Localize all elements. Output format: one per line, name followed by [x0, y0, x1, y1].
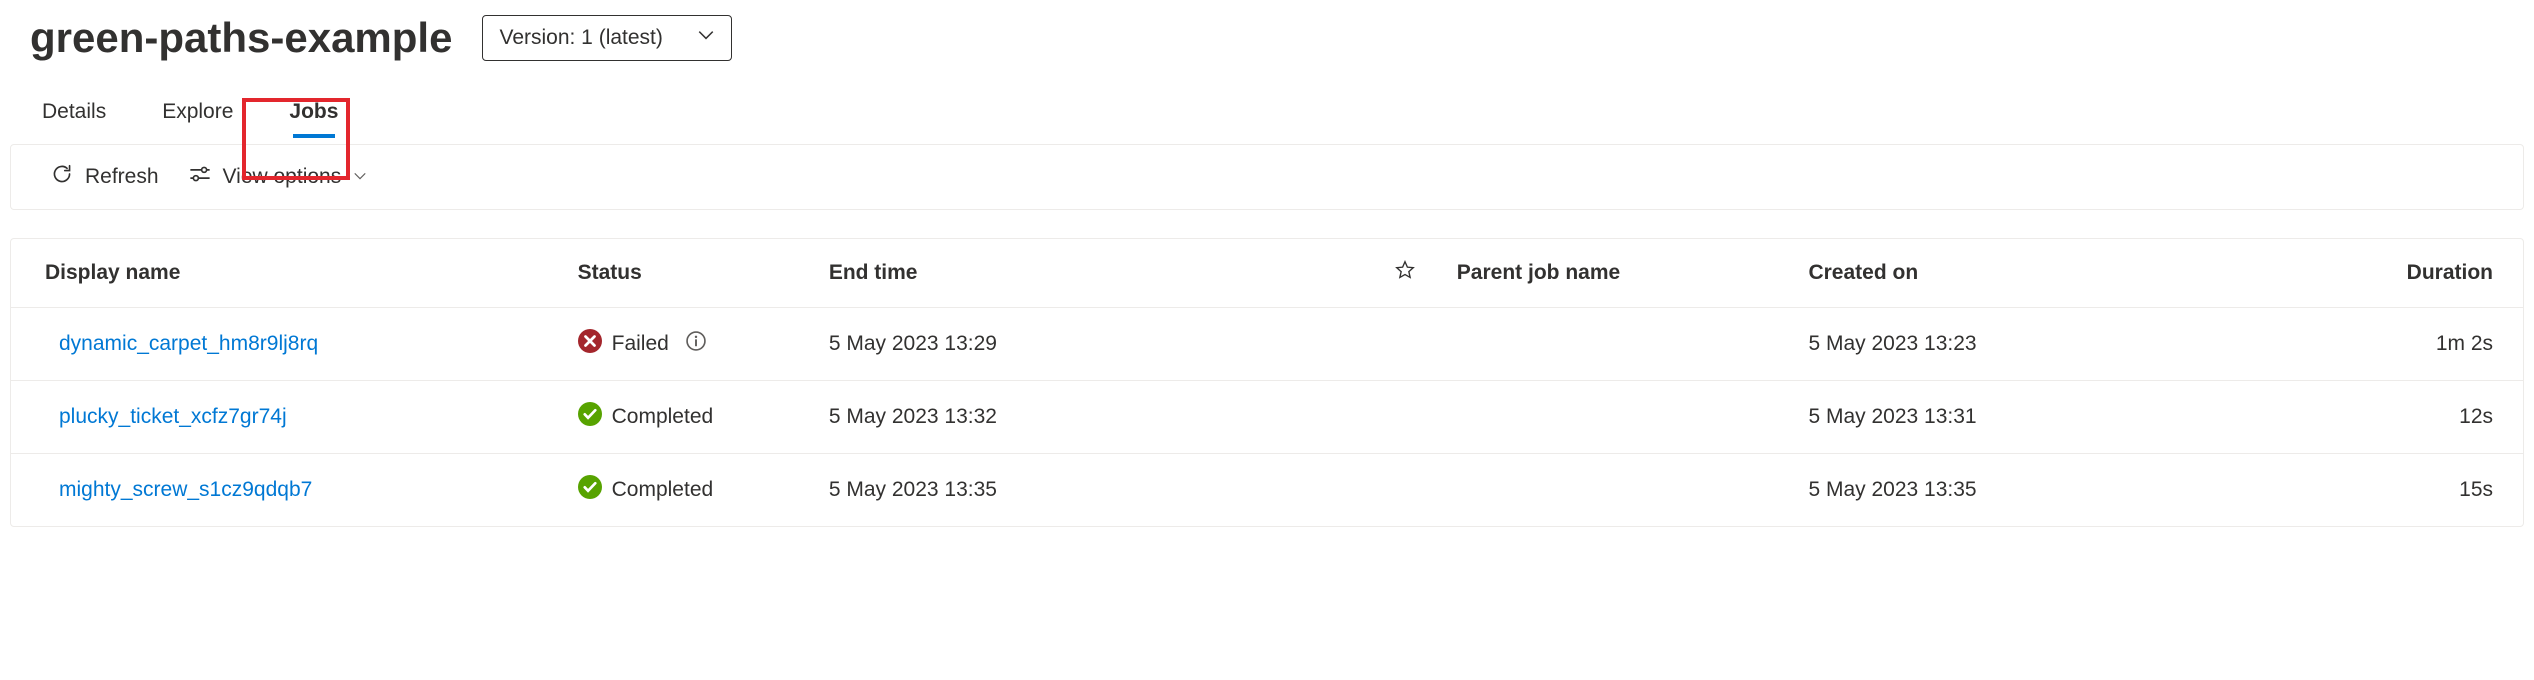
favorite-cell[interactable] — [1367, 308, 1442, 381]
parent-job — [1443, 308, 1795, 381]
tab-bar: Details Explore Jobs — [0, 82, 2534, 144]
tab-jobs[interactable]: Jobs — [277, 82, 350, 144]
sliders-icon — [189, 163, 211, 191]
status-text: Completed — [612, 478, 714, 502]
col-end-time[interactable]: End time — [815, 239, 1368, 308]
col-duration[interactable]: Duration — [2297, 239, 2523, 308]
tab-explore[interactable]: Explore — [150, 82, 245, 144]
created-on: 5 May 2023 13:35 — [1794, 454, 2296, 527]
chevron-down-icon — [697, 26, 715, 50]
col-status[interactable]: Status — [564, 239, 815, 308]
job-link[interactable]: mighty_screw_s1cz9qdqb7 — [59, 478, 312, 501]
chevron-down-icon — [353, 165, 367, 189]
table-row: mighty_screw_s1cz9qdqb7 Completed 5 May 20… — [11, 454, 2523, 527]
status-text: Completed — [612, 405, 714, 429]
refresh-label: Refresh — [85, 165, 159, 189]
end-time: 5 May 2023 13:32 — [815, 381, 1368, 454]
col-display-name[interactable]: Display name — [11, 239, 564, 308]
version-dropdown-label: Version: 1 (latest) — [499, 26, 662, 50]
created-on: 5 May 2023 13:31 — [1794, 381, 2296, 454]
favorite-cell[interactable] — [1367, 381, 1442, 454]
end-time: 5 May 2023 13:29 — [815, 308, 1368, 381]
page-title: green-paths-example — [30, 14, 452, 62]
job-link[interactable]: dynamic_carpet_hm8r9lj8rq — [59, 332, 318, 355]
col-created-on[interactable]: Created on — [1794, 239, 2296, 308]
favorite-cell[interactable] — [1367, 454, 1442, 527]
parent-job — [1443, 381, 1795, 454]
table-row: plucky_ticket_xcfz7gr74j Completed 5 May 2… — [11, 381, 2523, 454]
view-options-label: View options — [223, 165, 342, 189]
end-time: 5 May 2023 13:35 — [815, 454, 1368, 527]
created-on: 5 May 2023 13:23 — [1794, 308, 2296, 381]
error-icon — [578, 329, 602, 359]
jobs-table: Display name Status End time Parent job … — [10, 238, 2524, 527]
info-icon[interactable] — [679, 330, 707, 358]
job-link[interactable]: plucky_ticket_xcfz7gr74j — [59, 405, 287, 428]
success-icon — [578, 402, 602, 432]
toolbar: Refresh View options — [10, 144, 2524, 210]
tab-details[interactable]: Details — [30, 82, 118, 144]
duration: 1m 2s — [2297, 308, 2523, 381]
view-options-button[interactable]: View options — [189, 163, 368, 191]
table-row: dynamic_carpet_hm8r9lj8rq Failed 5 May 202… — [11, 308, 2523, 381]
status-text: Failed — [612, 332, 669, 356]
duration: 15s — [2297, 454, 2523, 527]
col-parent-job[interactable]: Parent job name — [1443, 239, 1795, 308]
star-icon — [1394, 263, 1416, 286]
parent-job — [1443, 454, 1795, 527]
duration: 12s — [2297, 381, 2523, 454]
table-header-row: Display name Status End time Parent job … — [11, 239, 2523, 308]
version-dropdown[interactable]: Version: 1 (latest) — [482, 15, 732, 61]
col-favorite[interactable] — [1367, 239, 1442, 308]
refresh-button[interactable]: Refresh — [51, 163, 159, 191]
refresh-icon — [51, 163, 73, 191]
success-icon — [578, 475, 602, 505]
